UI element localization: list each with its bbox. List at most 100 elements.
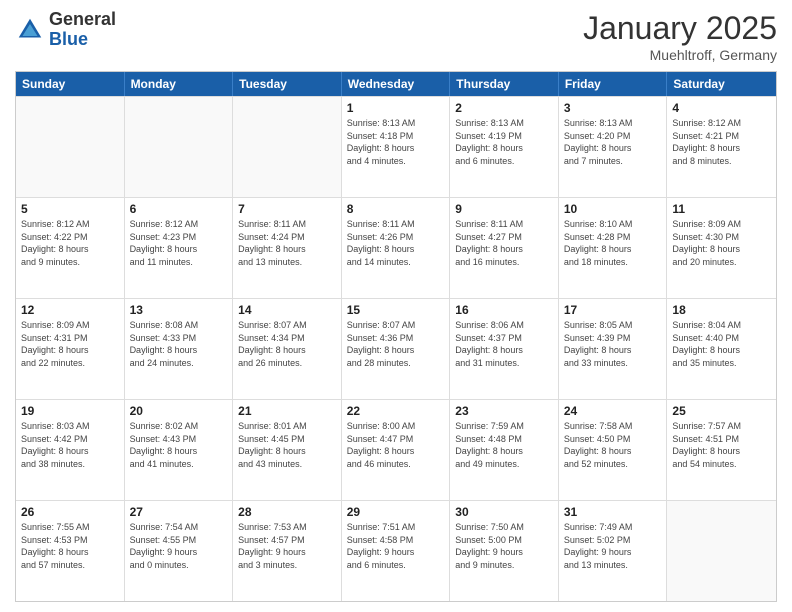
day-info: Sunrise: 8:11 AM Sunset: 4:26 PM Dayligh…	[347, 218, 445, 268]
logo-icon	[15, 15, 45, 45]
empty-cell	[125, 97, 234, 197]
day-cell-16: 16 Sunrise: 8:06 AM Sunset: 4:37 PM Dayli…	[450, 299, 559, 399]
day-of-week-thursday: Thursday	[450, 72, 559, 96]
day-number: 20	[130, 404, 228, 418]
day-info: Sunrise: 7:57 AM Sunset: 4:51 PM Dayligh…	[672, 420, 771, 470]
day-info: Sunrise: 8:06 AM Sunset: 4:37 PM Dayligh…	[455, 319, 553, 369]
day-info: Sunrise: 7:53 AM Sunset: 4:57 PM Dayligh…	[238, 521, 336, 571]
day-number: 8	[347, 202, 445, 216]
day-number: 14	[238, 303, 336, 317]
day-cell-2: 2 Sunrise: 8:13 AM Sunset: 4:19 PM Daylig…	[450, 97, 559, 197]
day-number: 26	[21, 505, 119, 519]
day-info: Sunrise: 8:11 AM Sunset: 4:27 PM Dayligh…	[455, 218, 553, 268]
day-cell-12: 12 Sunrise: 8:09 AM Sunset: 4:31 PM Dayli…	[16, 299, 125, 399]
calendar-week-5: 26Sunrise: 7:55 AM Sunset: 4:53 PM Dayli…	[16, 500, 776, 601]
day-of-week-sunday: Sunday	[16, 72, 125, 96]
day-info: Sunrise: 8:12 AM Sunset: 4:22 PM Dayligh…	[21, 218, 119, 268]
location: Muehltroff, Germany	[583, 47, 777, 63]
day-info: Sunrise: 8:04 AM Sunset: 4:40 PM Dayligh…	[672, 319, 771, 369]
header: General Blue January 2025 Muehltroff, Ge…	[15, 10, 777, 63]
title-block: January 2025 Muehltroff, Germany	[583, 10, 777, 63]
day-number: 10	[564, 202, 662, 216]
calendar-week-2: 5 Sunrise: 8:12 AM Sunset: 4:22 PM Daylig…	[16, 197, 776, 298]
day-info: Sunrise: 8:12 AM Sunset: 4:21 PM Dayligh…	[672, 117, 771, 167]
day-cell-3: 3 Sunrise: 8:13 AM Sunset: 4:20 PM Daylig…	[559, 97, 668, 197]
day-info: Sunrise: 7:58 AM Sunset: 4:50 PM Dayligh…	[564, 420, 662, 470]
day-cell-17: 17Sunrise: 8:05 AM Sunset: 4:39 PM Dayli…	[559, 299, 668, 399]
day-number: 3	[564, 101, 662, 115]
day-number: 13	[130, 303, 228, 317]
day-info: Sunrise: 7:51 AM Sunset: 4:58 PM Dayligh…	[347, 521, 445, 571]
day-cell-22: 22Sunrise: 8:00 AM Sunset: 4:47 PM Dayli…	[342, 400, 451, 500]
logo: General Blue	[15, 10, 116, 50]
day-number: 1	[347, 101, 445, 115]
logo-general-text: General	[49, 10, 116, 30]
day-of-week-monday: Monday	[125, 72, 234, 96]
day-info: Sunrise: 8:13 AM Sunset: 4:20 PM Dayligh…	[564, 117, 662, 167]
day-number: 12	[21, 303, 119, 317]
day-number: 16	[455, 303, 553, 317]
day-cell-21: 21 Sunrise: 8:01 AM Sunset: 4:45 PM Dayli…	[233, 400, 342, 500]
day-number: 15	[347, 303, 445, 317]
day-cell-9: 9 Sunrise: 8:11 AM Sunset: 4:27 PM Daylig…	[450, 198, 559, 298]
day-cell-19: 19 Sunrise: 8:03 AM Sunset: 4:42 PM Dayli…	[16, 400, 125, 500]
day-info: Sunrise: 7:54 AM Sunset: 4:55 PM Dayligh…	[130, 521, 228, 571]
day-info: Sunrise: 8:00 AM Sunset: 4:47 PM Dayligh…	[347, 420, 445, 470]
day-cell-7: 7Sunrise: 8:11 AM Sunset: 4:24 PM Daylig…	[233, 198, 342, 298]
day-cell-29: 29 Sunrise: 7:51 AM Sunset: 4:58 PM Dayli…	[342, 501, 451, 601]
empty-cell	[667, 501, 776, 601]
day-number: 19	[21, 404, 119, 418]
day-number: 5	[21, 202, 119, 216]
day-number: 17	[564, 303, 662, 317]
day-number: 7	[238, 202, 336, 216]
day-cell-30: 30Sunrise: 7:50 AM Sunset: 5:00 PM Dayli…	[450, 501, 559, 601]
empty-cell	[233, 97, 342, 197]
day-cell-4: 4Sunrise: 8:12 AM Sunset: 4:21 PM Daylig…	[667, 97, 776, 197]
day-info: Sunrise: 8:13 AM Sunset: 4:18 PM Dayligh…	[347, 117, 445, 167]
day-cell-24: 24 Sunrise: 7:58 AM Sunset: 4:50 PM Dayli…	[559, 400, 668, 500]
day-cell-11: 11Sunrise: 8:09 AM Sunset: 4:30 PM Dayli…	[667, 198, 776, 298]
day-info: Sunrise: 8:12 AM Sunset: 4:23 PM Dayligh…	[130, 218, 228, 268]
day-cell-27: 27Sunrise: 7:54 AM Sunset: 4:55 PM Dayli…	[125, 501, 234, 601]
day-info: Sunrise: 8:02 AM Sunset: 4:43 PM Dayligh…	[130, 420, 228, 470]
calendar-week-1: 1 Sunrise: 8:13 AM Sunset: 4:18 PM Daylig…	[16, 96, 776, 197]
day-of-week-friday: Friday	[559, 72, 668, 96]
day-info: Sunrise: 8:09 AM Sunset: 4:30 PM Dayligh…	[672, 218, 771, 268]
day-cell-15: 15 Sunrise: 8:07 AM Sunset: 4:36 PM Dayli…	[342, 299, 451, 399]
day-info: Sunrise: 7:49 AM Sunset: 5:02 PM Dayligh…	[564, 521, 662, 571]
day-number: 9	[455, 202, 553, 216]
day-info: Sunrise: 8:07 AM Sunset: 4:36 PM Dayligh…	[347, 319, 445, 369]
day-number: 2	[455, 101, 553, 115]
day-number: 28	[238, 505, 336, 519]
day-of-week-wednesday: Wednesday	[342, 72, 451, 96]
day-number: 18	[672, 303, 771, 317]
day-info: Sunrise: 8:01 AM Sunset: 4:45 PM Dayligh…	[238, 420, 336, 470]
day-info: Sunrise: 8:09 AM Sunset: 4:31 PM Dayligh…	[21, 319, 119, 369]
day-cell-8: 8 Sunrise: 8:11 AM Sunset: 4:26 PM Daylig…	[342, 198, 451, 298]
day-cell-13: 13 Sunrise: 8:08 AM Sunset: 4:33 PM Dayli…	[125, 299, 234, 399]
calendar-header: SundayMondayTuesdayWednesdayThursdayFrid…	[16, 72, 776, 96]
day-cell-23: 23 Sunrise: 7:59 AM Sunset: 4:48 PM Dayli…	[450, 400, 559, 500]
day-cell-20: 20 Sunrise: 8:02 AM Sunset: 4:43 PM Dayli…	[125, 400, 234, 500]
day-number: 21	[238, 404, 336, 418]
day-info: Sunrise: 8:10 AM Sunset: 4:28 PM Dayligh…	[564, 218, 662, 268]
day-number: 25	[672, 404, 771, 418]
day-cell-6: 6 Sunrise: 8:12 AM Sunset: 4:23 PM Daylig…	[125, 198, 234, 298]
day-cell-10: 10 Sunrise: 8:10 AM Sunset: 4:28 PM Dayli…	[559, 198, 668, 298]
month-title: January 2025	[583, 10, 777, 47]
day-info: Sunrise: 7:59 AM Sunset: 4:48 PM Dayligh…	[455, 420, 553, 470]
day-number: 24	[564, 404, 662, 418]
calendar: SundayMondayTuesdayWednesdayThursdayFrid…	[15, 71, 777, 602]
logo-text: General Blue	[49, 10, 116, 50]
day-info: Sunrise: 8:03 AM Sunset: 4:42 PM Dayligh…	[21, 420, 119, 470]
day-number: 6	[130, 202, 228, 216]
day-info: Sunrise: 7:50 AM Sunset: 5:00 PM Dayligh…	[455, 521, 553, 571]
calendar-week-3: 12 Sunrise: 8:09 AM Sunset: 4:31 PM Dayli…	[16, 298, 776, 399]
logo-blue-text: Blue	[49, 30, 116, 50]
day-info: Sunrise: 8:08 AM Sunset: 4:33 PM Dayligh…	[130, 319, 228, 369]
day-info: Sunrise: 8:13 AM Sunset: 4:19 PM Dayligh…	[455, 117, 553, 167]
day-number: 23	[455, 404, 553, 418]
day-number: 29	[347, 505, 445, 519]
calendar-week-4: 19 Sunrise: 8:03 AM Sunset: 4:42 PM Dayli…	[16, 399, 776, 500]
day-of-week-saturday: Saturday	[667, 72, 776, 96]
